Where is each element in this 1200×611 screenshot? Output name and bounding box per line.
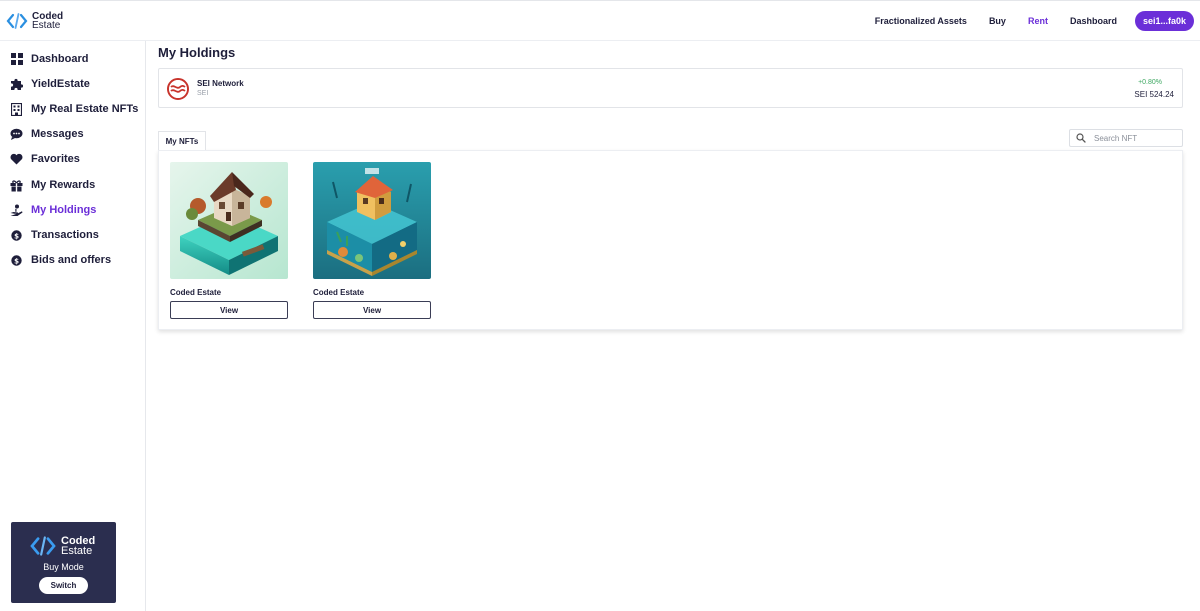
svg-text:$: $ [14, 257, 19, 265]
search-nft-box[interactable] [1069, 129, 1183, 147]
coin-icon: $ [10, 254, 23, 267]
sidebar-item-label: My Holdings [31, 204, 97, 216]
sidebar-item-favorites[interactable]: Favorites [10, 150, 80, 168]
sidebar-item-bids-and-offers[interactable]: $ Bids and offers [10, 251, 111, 269]
sidebar-item-label: Transactions [31, 229, 99, 241]
token-change: +0.80% [1138, 79, 1162, 86]
sidebar-item-label: Favorites [31, 153, 80, 165]
grid-icon [10, 53, 23, 66]
top-nav: Fractionalized Assets Buy Rent Dashboard… [853, 10, 1194, 32]
mode-card-logo: Coded Estate [29, 535, 95, 557]
token-symbol: SEI [197, 90, 209, 97]
nft-image[interactable] [313, 162, 431, 279]
sidebar-item-my-rewards[interactable]: My Rewards [10, 176, 95, 194]
nav-buy[interactable]: Buy [989, 16, 1006, 26]
token-holding-row[interactable]: SEI Network SEI +0.80% SEI 524.24 [158, 68, 1183, 108]
nft-view-button[interactable]: View [313, 301, 431, 319]
current-mode-label: Buy Mode [43, 562, 84, 572]
nft-view-button[interactable]: View [170, 301, 288, 319]
mode-logo-text-estate: Estate [61, 545, 93, 557]
page-title: My Holdings [158, 45, 236, 60]
sidebar-item-label: My Rewards [31, 179, 96, 191]
sidebar: Dashboard YieldEstate My Real Estate NFT… [0, 41, 146, 611]
nft-image[interactable] [170, 162, 288, 279]
logo[interactable]: Coded Estate [6, 12, 63, 31]
nav-dashboard[interactable]: Dashboard [1070, 16, 1117, 26]
chat-icon [10, 128, 23, 141]
sidebar-item-dashboard[interactable]: Dashboard [10, 50, 88, 68]
nft-title: Coded Estate [170, 288, 222, 297]
sidebar-item-yieldestate[interactable]: YieldEstate [10, 75, 90, 93]
code-brackets-icon [30, 536, 56, 556]
nft-title: Coded Estate [313, 288, 365, 297]
heart-icon [10, 153, 23, 166]
puzzle-icon [10, 78, 23, 91]
search-icon [1076, 133, 1086, 143]
svg-text:$: $ [14, 232, 19, 240]
token-price: SEI 524.24 [1134, 90, 1174, 99]
sidebar-item-label: Messages [31, 128, 84, 140]
tab-my-nfts[interactable]: My NFTs [158, 131, 206, 150]
nft-card: Coded Estate View [313, 162, 431, 319]
sidebar-item-label: My Real Estate NFTs [31, 103, 139, 115]
sidebar-item-label: Dashboard [31, 53, 89, 65]
nav-fractionalized-assets[interactable]: Fractionalized Assets [875, 16, 967, 26]
nav-rent[interactable]: Rent [1028, 16, 1048, 26]
logo-text-estate: Estate [32, 20, 61, 31]
sidebar-item-my-real-estate-nfts[interactable]: My Real Estate NFTs [10, 100, 138, 118]
hand-holding-icon [10, 204, 23, 217]
sidebar-item-my-holdings[interactable]: My Holdings [10, 201, 96, 219]
wallet-button[interactable]: sei1...fa0k [1134, 11, 1194, 31]
sei-network-icon [167, 78, 189, 100]
nft-panel: Coded Estate View Coded Estate View [158, 150, 1183, 330]
token-name: SEI Network [197, 79, 244, 88]
switch-mode-button[interactable]: Switch [39, 577, 88, 594]
sidebar-item-transactions[interactable]: $ Transactions [10, 226, 99, 244]
sidebar-item-messages[interactable]: Messages [10, 125, 84, 143]
sidebar-item-label: Bids and offers [31, 254, 112, 266]
sidebar-item-label: YieldEstate [31, 78, 90, 90]
mode-switch-card: Coded Estate Buy Mode Switch [11, 522, 116, 603]
building-icon [10, 102, 23, 116]
code-brackets-icon [6, 13, 28, 29]
coin-icon: $ [10, 229, 23, 242]
gift-icon [10, 179, 23, 192]
search-nft-input[interactable] [1094, 133, 1174, 143]
nft-card: Coded Estate View [170, 162, 288, 319]
top-header: Coded Estate Fractionalized Assets Buy R… [0, 0, 1200, 41]
